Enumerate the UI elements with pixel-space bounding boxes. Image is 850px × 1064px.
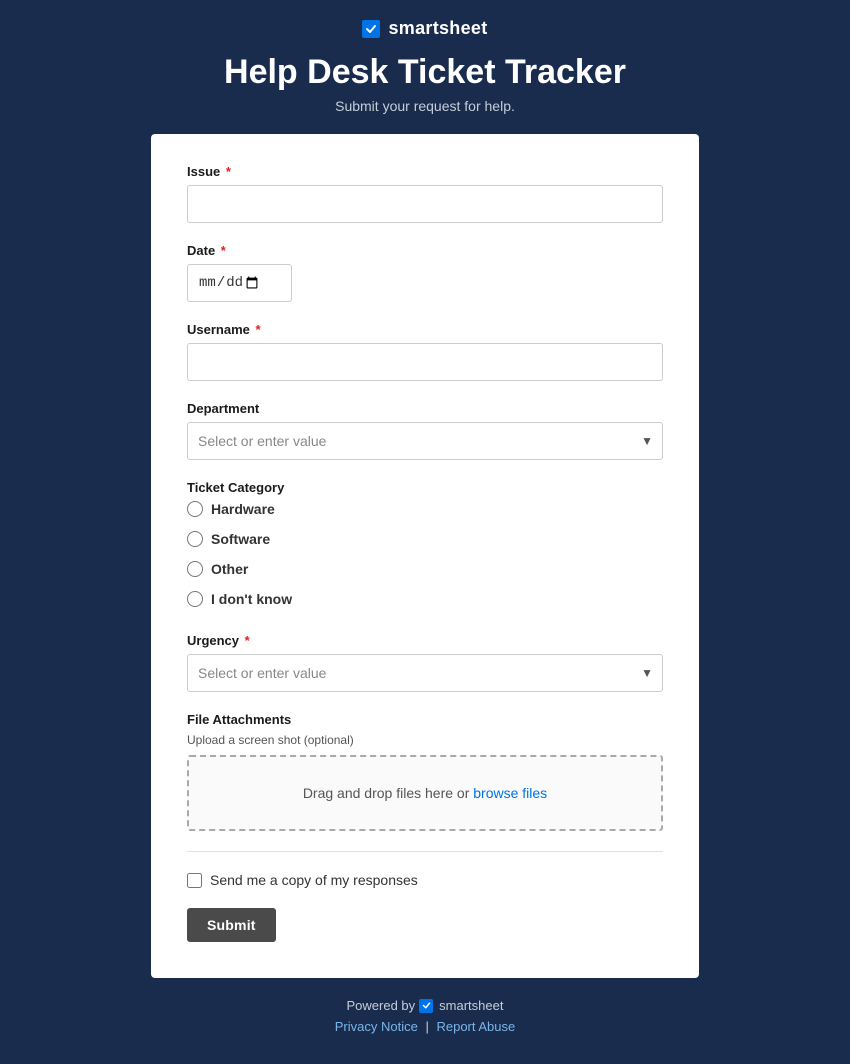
copy-checkbox-input[interactable]	[187, 873, 202, 888]
radio-other[interactable]: Other	[187, 561, 663, 577]
username-label: Username *	[187, 322, 663, 337]
ticket-category-radio-group: Hardware Software Other I don't know	[187, 501, 663, 613]
dropzone-text: Drag and drop files here or	[303, 785, 473, 801]
footer-logo-text: smartsheet	[439, 998, 503, 1013]
report-abuse-link[interactable]: Report Abuse	[436, 1019, 515, 1034]
urgency-select-wrapper: Select or enter value Low Medium High Cr…	[187, 654, 663, 692]
footer-links: Privacy Notice | Report Abuse	[151, 1019, 699, 1034]
username-field-group: Username *	[187, 322, 663, 381]
issue-required-marker: *	[222, 164, 231, 179]
urgency-field-group: Urgency * Select or enter value Low Medi…	[187, 633, 663, 692]
radio-software-input[interactable]	[187, 531, 203, 547]
username-required-marker: *	[252, 322, 261, 337]
urgency-label: Urgency *	[187, 633, 663, 648]
form-card: Issue * Date * Username * Department Sel…	[151, 134, 699, 978]
smartsheet-logo-icon	[362, 20, 380, 38]
radio-hardware-label: Hardware	[211, 501, 275, 517]
ticket-category-label: Ticket Category	[187, 480, 663, 495]
file-subtitle: Upload a screen shot (optional)	[187, 733, 663, 747]
footer-separator: |	[425, 1019, 428, 1034]
date-required-marker: *	[217, 243, 226, 258]
copy-checkbox-row: Send me a copy of my responses	[187, 872, 663, 888]
radio-hardware[interactable]: Hardware	[187, 501, 663, 517]
radio-other-label: Other	[211, 561, 248, 577]
page-subtitle: Submit your request for help.	[335, 98, 515, 114]
file-attachments-label: File Attachments	[187, 712, 663, 727]
browse-files-link[interactable]: browse files	[473, 785, 547, 801]
department-select[interactable]: Select or enter value IT HR Finance Mark…	[187, 422, 663, 460]
radio-other-input[interactable]	[187, 561, 203, 577]
radio-idontknow-input[interactable]	[187, 591, 203, 607]
radio-software[interactable]: Software	[187, 531, 663, 547]
footer-smartsheet-logo-icon	[419, 999, 433, 1013]
issue-field-group: Issue *	[187, 164, 663, 223]
copy-checkbox-label[interactable]: Send me a copy of my responses	[210, 872, 418, 888]
date-input[interactable]	[187, 264, 292, 302]
privacy-notice-link[interactable]: Privacy Notice	[335, 1019, 418, 1034]
urgency-required-marker: *	[241, 633, 250, 648]
ticket-category-field-group: Ticket Category Hardware Software Other …	[187, 480, 663, 613]
form-divider	[187, 851, 663, 852]
powered-by-text: Powered by	[347, 998, 416, 1013]
date-field-group: Date *	[187, 243, 663, 302]
file-attachments-group: File Attachments Upload a screen shot (o…	[187, 712, 663, 831]
department-field-group: Department Select or enter value IT HR F…	[187, 401, 663, 460]
username-input[interactable]	[187, 343, 663, 381]
radio-software-label: Software	[211, 531, 270, 547]
radio-idontknow-label: I don't know	[211, 591, 292, 607]
date-label: Date *	[187, 243, 663, 258]
department-label: Department	[187, 401, 663, 416]
page-title: Help Desk Ticket Tracker	[224, 53, 626, 92]
issue-label: Issue *	[187, 164, 663, 179]
issue-input[interactable]	[187, 185, 663, 223]
powered-by-row: Powered by smartsheet	[151, 998, 699, 1013]
file-drop-zone[interactable]: Drag and drop files here or browse files	[187, 755, 663, 831]
submit-button[interactable]: Submit	[187, 908, 276, 942]
footer: Powered by smartsheet Privacy Notice | R…	[151, 978, 699, 1064]
radio-hardware-input[interactable]	[187, 501, 203, 517]
urgency-select[interactable]: Select or enter value Low Medium High Cr…	[187, 654, 663, 692]
department-select-wrapper: Select or enter value IT HR Finance Mark…	[187, 422, 663, 460]
page-header: smartsheet Help Desk Ticket Tracker Subm…	[0, 0, 850, 134]
logo-text: smartsheet	[388, 18, 487, 39]
date-wrapper	[187, 264, 292, 302]
radio-idontknow[interactable]: I don't know	[187, 591, 663, 607]
logo-area: smartsheet	[362, 18, 487, 39]
